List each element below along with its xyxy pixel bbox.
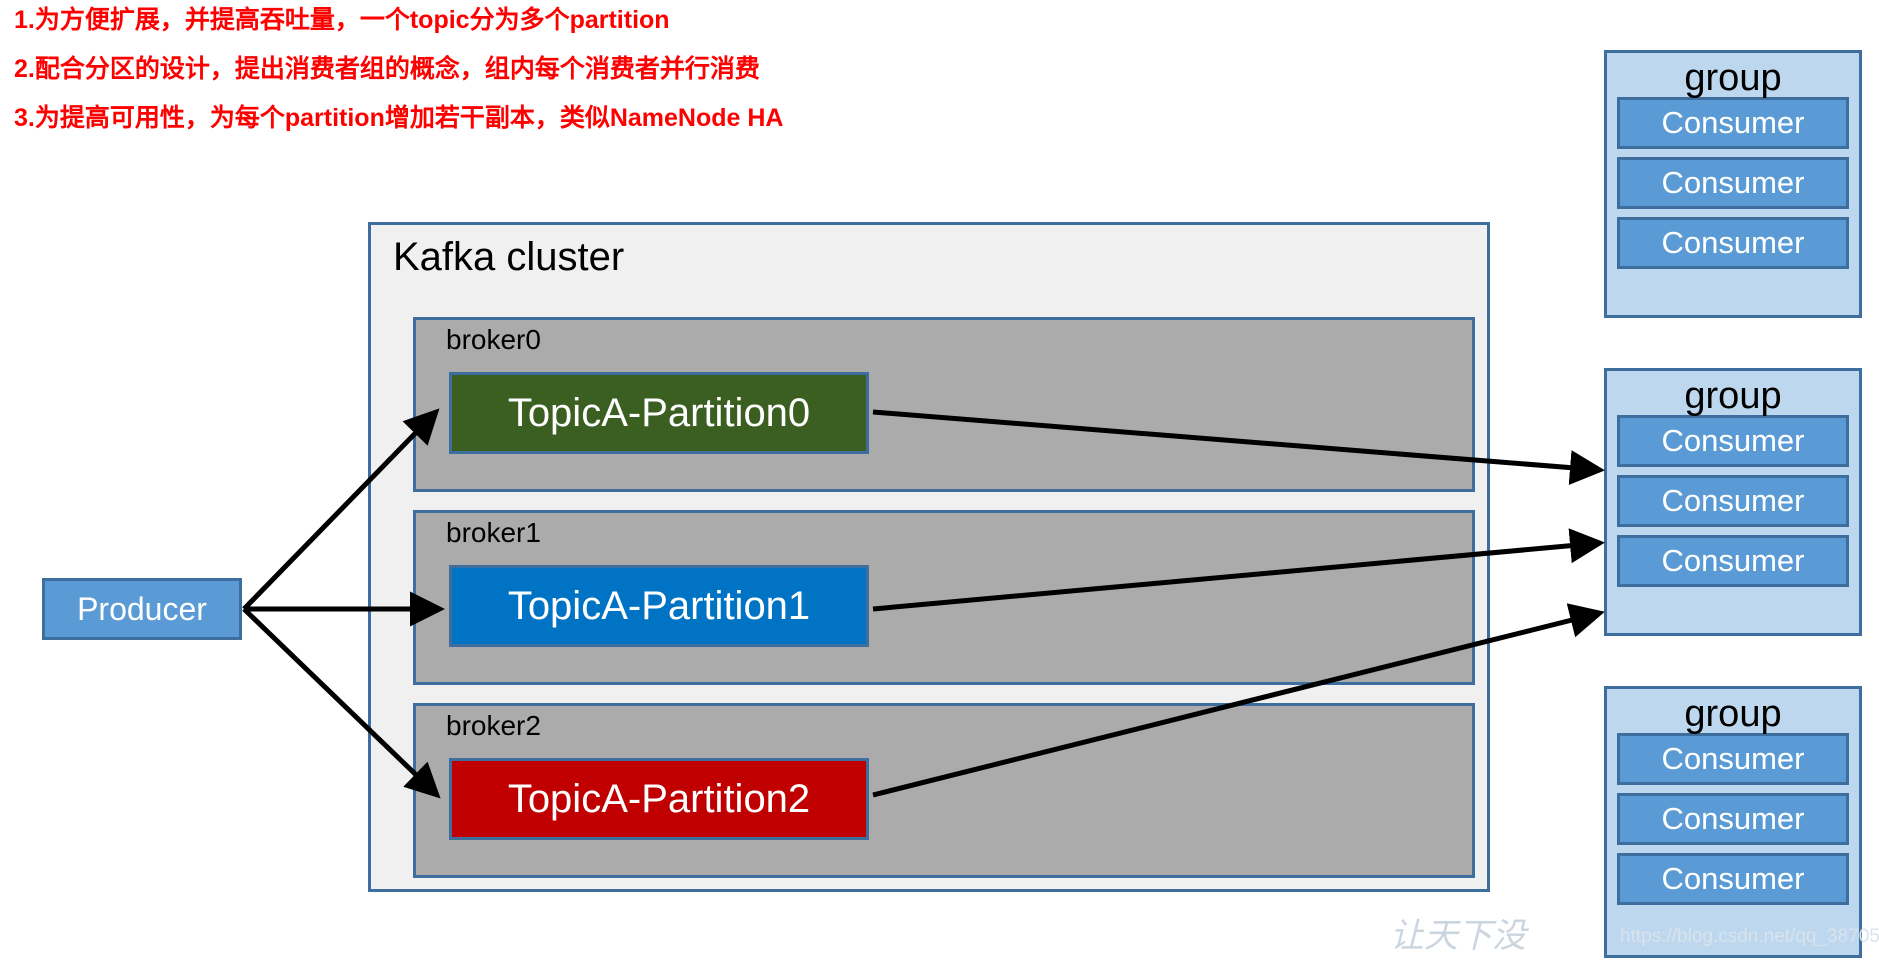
broker-box-0: broker0 TopicA-Partition0 (413, 317, 1475, 492)
group-title-2: group (1684, 693, 1782, 735)
note-line-1: 1.为方便扩展，并提高吞吐量，一个topic分为多个partition (14, 6, 670, 34)
consumer-box-1-0: Consumer (1617, 415, 1849, 467)
consumer-group-1: group Consumer Consumer Consumer (1604, 368, 1862, 636)
broker-label-0: broker0 (446, 324, 541, 355)
consumer-box-0-2: Consumer (1617, 217, 1849, 269)
consumer-group-0: group Consumer Consumer Consumer (1604, 50, 1862, 318)
consumer-box-0-1: Consumer (1617, 157, 1849, 209)
partition-box-2: TopicA-Partition2 (449, 758, 869, 840)
consumer-group-2: group Consumer Consumer Consumer (1604, 686, 1862, 958)
consumer-box-0-0: Consumer (1617, 97, 1849, 149)
consumer-box-1-2: Consumer (1617, 535, 1849, 587)
partition-box-1: TopicA-Partition1 (449, 565, 869, 647)
producer-box: Producer (42, 578, 242, 640)
partition-box-0: TopicA-Partition0 (449, 372, 869, 454)
consumer-box-2-0: Consumer (1617, 733, 1849, 785)
watermark-url: https://blog.csdn.net/qq_38705144 (1620, 926, 1879, 947)
group-title-0: group (1684, 57, 1782, 99)
consumer-box-2-1: Consumer (1617, 793, 1849, 845)
broker-box-2: broker2 TopicA-Partition2 (413, 703, 1475, 878)
kafka-cluster-box: Kafka cluster broker0 TopicA-Partition0 … (368, 222, 1490, 892)
note-line-3: 3.为提高可用性，为每个partition增加若干副本，类似NameNode H… (14, 104, 784, 132)
note-line-2: 2.配合分区的设计，提出消费者组的概念，组内每个消费者并行消费 (14, 55, 760, 83)
consumer-box-1-1: Consumer (1617, 475, 1849, 527)
consumer-box-2-2: Consumer (1617, 853, 1849, 905)
group-title-1: group (1684, 375, 1782, 417)
kafka-cluster-title: Kafka cluster (393, 235, 625, 279)
broker-label-2: broker2 (446, 710, 541, 741)
broker-label-1: broker1 (446, 517, 541, 548)
watermark-calligraphy: 让天下没 (1390, 918, 1526, 955)
broker-box-1: broker1 TopicA-Partition1 (413, 510, 1475, 685)
notes-list: 1.为方便扩展，并提高吞吐量，一个topic分为多个partition 2.配合… (14, 8, 1314, 155)
